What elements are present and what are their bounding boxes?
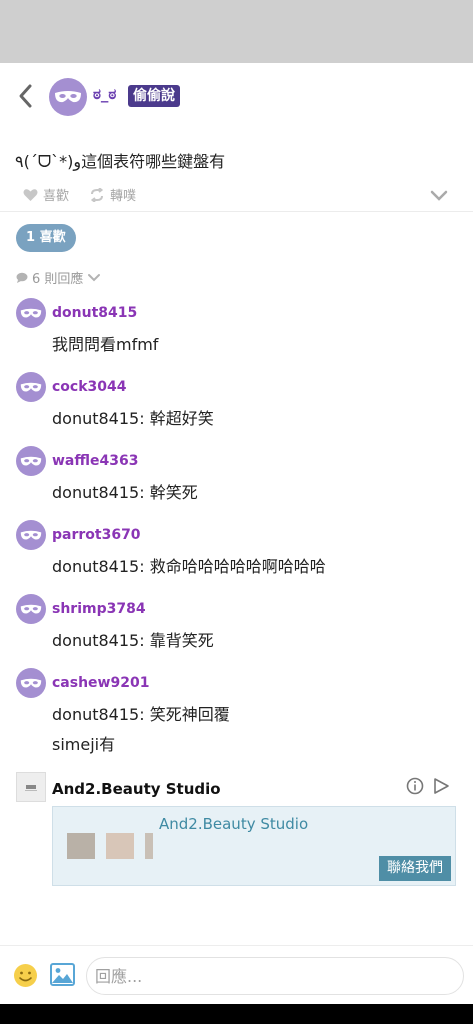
comment-author[interactable]: donut8415 (52, 305, 137, 321)
ad-logo[interactable] (16, 772, 46, 802)
comment-author[interactable]: shrimp3784 (52, 601, 146, 617)
anonymous-tag: 偷偷說 (128, 85, 180, 107)
emoji-icon (14, 964, 37, 987)
avatar[interactable] (16, 668, 46, 698)
post-text: ٩(ˊᗜˋ*)و這個表符哪些鍵盤有 (15, 152, 226, 171)
expand-button[interactable] (430, 187, 448, 206)
mask-icon (20, 530, 42, 539)
chevron-down-icon (430, 190, 448, 201)
comment-author[interactable]: cock3044 (52, 379, 127, 395)
ad-advertiser-name[interactable]: And2.Beauty Studio (52, 780, 221, 798)
repost-icon (90, 187, 104, 202)
ad-card[interactable]: And2.Beauty Studio 聯絡我們 (52, 806, 456, 886)
mask-icon (20, 308, 42, 317)
chevron-down-icon (88, 274, 101, 282)
ad-thumbnail (106, 833, 134, 859)
avatar[interactable] (16, 372, 46, 402)
avatar[interactable] (16, 298, 46, 328)
status-bar (0, 0, 473, 63)
comment-text: donut8415: 幹超好笑 (52, 409, 214, 428)
comment-text: donut8415: 救命哈哈哈哈哈啊哈哈哈 (52, 557, 326, 576)
comment-text: donut8415: 靠背笑死 (52, 631, 214, 650)
ad-card-title: And2.Beauty Studio (159, 815, 309, 833)
comment-text-line2: simeji有 (52, 735, 116, 754)
mask-icon (20, 678, 42, 687)
like-label: 喜歡 (43, 189, 70, 204)
mask-icon (20, 382, 42, 391)
ad-thumbnail (145, 833, 153, 859)
play-icon (434, 778, 449, 794)
comment-text: donut8415: 幹笑死 (52, 483, 198, 502)
back-arrow-icon (19, 84, 32, 108)
logo-mark-icon (25, 785, 37, 791)
avatar[interactable] (16, 520, 46, 550)
post-actions: 喜歡 轉噗 (0, 181, 473, 212)
comment-text: 我問問看mfmf (52, 335, 159, 354)
mask-icon (20, 456, 42, 465)
comment-author[interactable]: waffle4363 (52, 453, 138, 469)
reply-count-label: 6 則回應 (32, 272, 84, 287)
info-icon (406, 777, 424, 795)
back-button[interactable] (13, 81, 39, 111)
likes-count-badge[interactable]: 1 喜歡 (16, 224, 76, 252)
ad-choices-button[interactable] (432, 777, 450, 799)
repost-label: 轉噗 (110, 189, 137, 204)
avatar[interactable] (16, 594, 46, 624)
ad-info-button[interactable] (406, 777, 424, 799)
avatar[interactable] (49, 78, 87, 116)
navigation-bar (0, 1004, 473, 1024)
reply-input[interactable] (86, 957, 464, 995)
ad-thumbnail (67, 833, 95, 859)
mask-icon (20, 604, 42, 613)
emoji-button[interactable] (13, 963, 38, 992)
contact-us-button[interactable]: 聯絡我們 (379, 856, 451, 881)
repost-button[interactable]: 轉噗 (89, 185, 136, 204)
sponsored-ad: And2.Beauty Studio And2.Beauty Studio 聯絡… (0, 771, 473, 891)
post-header: ಠ_ಠ 偷偷說 (0, 63, 473, 129)
comment-author[interactable]: parrot3670 (52, 527, 141, 543)
mask-icon (55, 91, 81, 103)
comment-text: donut8415: 笑死神回覆 (52, 705, 230, 724)
avatar[interactable] (16, 446, 46, 476)
reply-bar (0, 945, 473, 1005)
comment-author[interactable]: cashew9201 (52, 675, 149, 691)
heart-icon (23, 188, 38, 201)
image-icon (50, 963, 75, 986)
post-author[interactable]: ಠ_ಠ (93, 85, 116, 103)
image-upload-button[interactable] (50, 963, 75, 990)
comment-bubble-icon (16, 272, 28, 283)
reply-count[interactable]: 6 則回應 (16, 268, 101, 287)
like-button[interactable]: 喜歡 (23, 185, 69, 204)
